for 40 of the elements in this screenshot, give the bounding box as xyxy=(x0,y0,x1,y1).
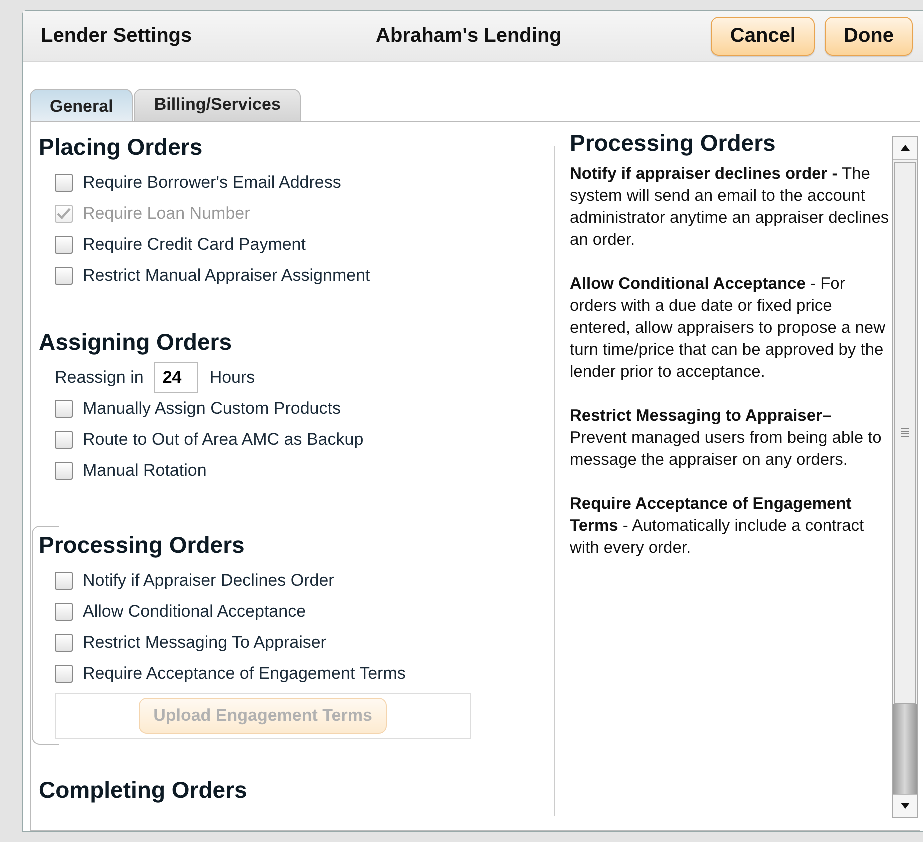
scroll-thumb[interactable] xyxy=(894,162,916,704)
help-paragraph: Restrict Messaging to Appraiser– Prevent managed users from being able to message the appraiser on any orders. xyxy=(570,406,883,471)
checkbox-label[interactable]: Allow Conditional Acceptance xyxy=(83,602,306,622)
checkbox-label[interactable]: Require Acceptance of Engagement Terms xyxy=(83,664,406,684)
help-paragraph: Notify if appraiser declines order - The system will send an email to the account administrator anytime an appraiser declines an order. xyxy=(570,164,890,251)
checkbox[interactable] xyxy=(55,266,73,284)
checkbox[interactable] xyxy=(55,236,73,254)
tab[interactable]: General xyxy=(30,89,134,121)
window-title: Lender Settings xyxy=(41,24,194,48)
checkbox[interactable] xyxy=(55,430,73,448)
tab[interactable]: Billing/Services xyxy=(134,89,301,121)
help-paragraph: Allow Conditional Acceptance - For orders with a due date or fixed price entered, allow appraisers to propose a new turn time/price that can be approved by the lender prior to acceptance. xyxy=(570,274,887,383)
help-heading: Processing Orders xyxy=(570,130,777,157)
checkbox[interactable] xyxy=(55,572,73,590)
checkbox-label[interactable]: Manual Rotation xyxy=(83,460,207,480)
checkbox[interactable] xyxy=(55,462,73,480)
checkbox-label[interactable]: Restrict Manual Appraiser Assignment xyxy=(83,266,370,286)
done-button[interactable]: Done xyxy=(825,16,913,56)
checkbox-label[interactable]: Notify if Appraiser Declines Order xyxy=(83,570,334,590)
unit-label: Hours xyxy=(210,368,256,388)
checkbox-label[interactable]: Require Borrower's Email Address xyxy=(83,172,342,192)
help-paragraph: Require Acceptance of Engagement Terms - Automatically include a contract with every order. xyxy=(570,494,866,559)
checkbox-label[interactable]: Require Credit Card Payment xyxy=(83,234,306,254)
checkbox-label[interactable]: Restrict Messaging To Appraiser xyxy=(83,632,326,652)
section-heading: Assigning Orders xyxy=(39,329,233,356)
cancel-button[interactable]: Cancel xyxy=(711,16,815,56)
field-label: Reassign in xyxy=(55,368,144,388)
checkbox[interactable] xyxy=(55,174,73,192)
checkbox[interactable] xyxy=(55,602,73,620)
lender-name: Abraham's Lending xyxy=(376,24,563,48)
checkbox-label[interactable]: Manually Assign Custom Products xyxy=(83,398,341,418)
section-heading: Completing Orders xyxy=(39,777,248,804)
hours-field[interactable]: 24 xyxy=(154,362,198,393)
section-heading: Processing Orders xyxy=(39,532,246,559)
section-heading: Placing Orders xyxy=(39,134,204,161)
checkbox[interactable] xyxy=(55,634,73,652)
checkbox-label[interactable]: Route to Out of Area AMC as Backup xyxy=(83,430,364,450)
checkbox[interactable] xyxy=(55,664,73,682)
scrollbar[interactable] xyxy=(892,136,918,818)
checkbox[interactable] xyxy=(55,400,73,418)
